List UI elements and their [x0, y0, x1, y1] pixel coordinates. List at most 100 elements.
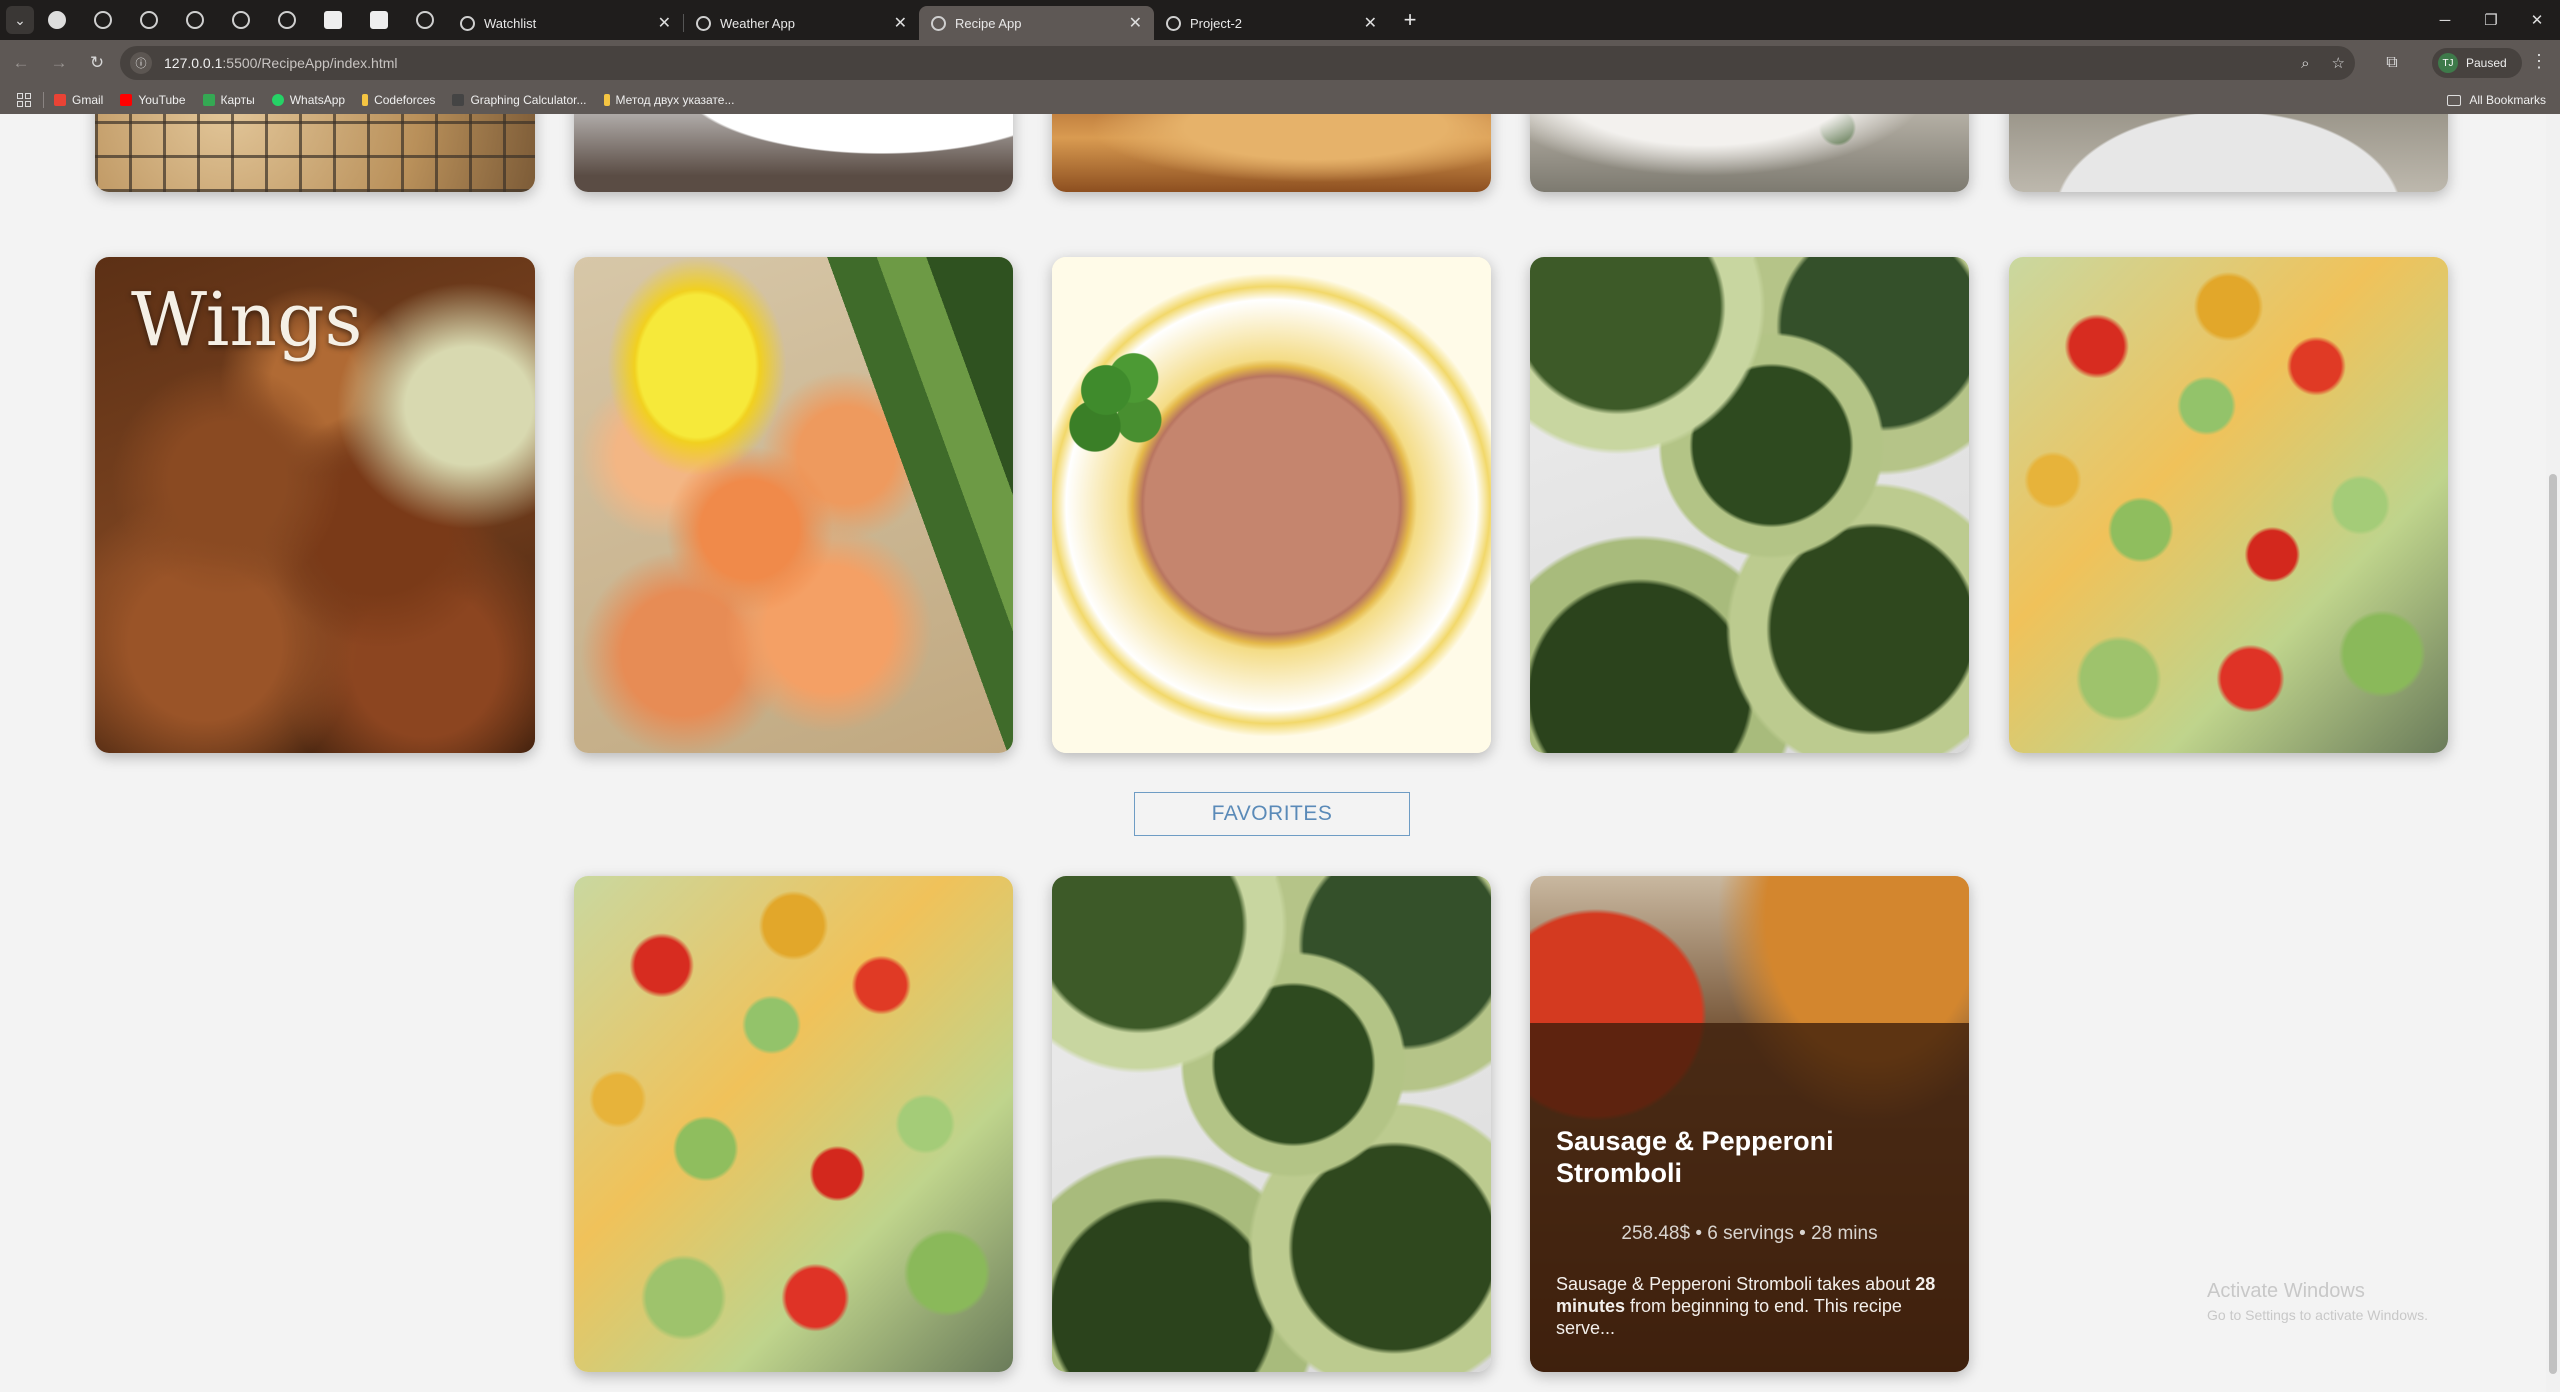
favorite-card[interactable] — [1052, 876, 1491, 1372]
recipe-image: Wings — [95, 257, 535, 753]
bookmark-youtube[interactable]: YouTube — [120, 93, 186, 107]
codeforces-icon — [603, 94, 610, 106]
recipe-card[interactable] — [574, 114, 1013, 192]
pinned-tab[interactable] — [126, 0, 172, 40]
tab-watchlist[interactable]: Watchlist ✕ — [448, 6, 683, 40]
bookmark-label: WhatsApp — [289, 93, 346, 107]
pinned-tab[interactable] — [34, 0, 80, 40]
site-icon — [48, 11, 66, 29]
recipe-card[interactable] — [1530, 114, 1969, 192]
favorite-card[interactable] — [574, 876, 1013, 1372]
recipe-image — [574, 114, 1013, 192]
recipe-image — [2009, 257, 2448, 753]
recipe-card[interactable] — [2009, 257, 2448, 753]
minimize-icon[interactable]: ─ — [2422, 0, 2468, 40]
codeforces-icon — [362, 94, 369, 106]
watermark-title: Activate Windows — [2207, 1280, 2365, 1302]
avatar: TJ — [2438, 53, 2458, 73]
restore-icon[interactable]: ❐ — [2468, 0, 2514, 40]
site-icon — [370, 11, 388, 29]
pinned-tab[interactable] — [172, 0, 218, 40]
menu-kebab-icon[interactable]: ⋮ — [2530, 51, 2548, 72]
bookmark-label: YouTube — [138, 93, 186, 107]
tab-recipe-app[interactable]: Recipe App ✕ — [919, 6, 1154, 40]
recipe-card[interactable] — [2009, 114, 2448, 192]
recipe-card[interactable] — [1530, 257, 1969, 753]
folder-icon — [2447, 94, 2462, 106]
bookmark-maps[interactable]: Карты — [202, 93, 255, 107]
window-controls: ─ ❐ ✕ — [2422, 0, 2560, 40]
bookmark-codeforces[interactable]: Codeforces — [362, 93, 435, 107]
favorite-card-hovered[interactable]: Sausage & Pepperoni Stromboli 258.48$ • … — [1530, 876, 1969, 1372]
close-window-icon[interactable]: ✕ — [2514, 0, 2560, 40]
reload-icon: ↻ — [89, 53, 105, 72]
close-icon[interactable]: ✕ — [1129, 13, 1142, 33]
new-tab-button[interactable]: + — [1393, 3, 1427, 37]
recipe-card[interactable] — [95, 114, 535, 192]
pinned-tab[interactable] — [310, 0, 356, 40]
youtube-icon — [120, 94, 133, 106]
bookmark-label: Метод двух указате... — [615, 93, 735, 107]
bookmark-label: Codeforces — [374, 93, 436, 107]
bookmark-graphing-calculator[interactable]: Graphing Calculator... — [452, 93, 587, 107]
recipe-card[interactable] — [1052, 257, 1491, 753]
globe-icon — [696, 15, 711, 31]
pinned-tab[interactable] — [264, 0, 310, 40]
parsley-garnish — [1062, 342, 1172, 462]
bookmark-two-pointers[interactable]: Метод двух указате... — [603, 93, 735, 107]
site-info-icon[interactable]: ⓘ — [130, 52, 152, 74]
pinned-tab[interactable] — [80, 0, 126, 40]
apps-grid-icon[interactable] — [17, 93, 31, 107]
address-bar[interactable]: ⓘ 127.0.0.1:5500/RecipeApp/index.html ⌕ … — [120, 46, 2355, 80]
profile-button[interactable]: TJ Paused — [2432, 48, 2522, 78]
recipe-image — [1530, 257, 1969, 753]
calculator-icon — [452, 94, 465, 106]
pinned-tab[interactable] — [356, 0, 402, 40]
pinned-tab[interactable] — [402, 0, 448, 40]
recipe-meta: 258.48$ • 6 servings • 28 mins — [1621, 1223, 1878, 1244]
recipe-card[interactable]: Wings — [95, 257, 535, 753]
bookmark-label: Карты — [220, 93, 255, 107]
recipe-image — [2009, 114, 2448, 192]
bookmark-gmail[interactable]: Gmail — [54, 93, 103, 107]
url-path: :5500/RecipeApp/index.html — [222, 55, 398, 71]
recipe-card[interactable] — [574, 257, 1013, 753]
globe-icon — [931, 15, 946, 31]
plus-icon: + — [1403, 7, 1417, 32]
recipe-image — [1052, 114, 1491, 192]
close-icon[interactable]: ✕ — [894, 13, 907, 33]
close-icon[interactable]: ✕ — [1364, 13, 1377, 33]
tab-label: Watchlist — [484, 15, 537, 31]
page-scrollbar[interactable] — [2546, 114, 2560, 1392]
recipe-card[interactable] — [1052, 114, 1491, 192]
arrow-right-icon: → — [50, 53, 68, 72]
scrollbar-thumb[interactable] — [2549, 474, 2557, 1374]
reload-button[interactable]: ↻ — [80, 46, 114, 80]
site-icon — [186, 11, 204, 29]
url-text[interactable]: 127.0.0.1:5500/RecipeApp/index.html — [164, 55, 398, 71]
maps-icon — [202, 94, 215, 106]
zoom-icon[interactable]: ⌕ — [2301, 55, 2309, 72]
recipe-description: Sausage & Pepperoni Stromboli takes abou… — [1556, 1273, 1956, 1339]
url-host: 127.0.0.1 — [164, 55, 223, 71]
bookmark-whatsapp[interactable]: WhatsApp — [271, 93, 346, 107]
tab-project-2[interactable]: Project-2 ✕ — [1154, 6, 1389, 40]
arrow-left-icon: ← — [12, 53, 30, 72]
activate-windows-watermark: Activate Windows Go to Settings to activ… — [2207, 1280, 2428, 1323]
globe-icon — [1166, 15, 1181, 31]
forward-button[interactable]: → — [42, 46, 76, 80]
pinned-tab[interactable] — [218, 0, 264, 40]
bookmark-star-icon[interactable]: ☆ — [2332, 54, 2345, 72]
back-button[interactable]: ← — [4, 46, 38, 80]
extensions-icon[interactable]: ⧉ — [2380, 51, 2404, 75]
tab-label: Weather App — [720, 15, 795, 31]
gmail-icon — [54, 94, 66, 106]
close-icon[interactable]: ✕ — [658, 13, 671, 33]
description-text: Sausage & Pepperoni Stromboli takes abou… — [1556, 1274, 1916, 1294]
site-icon — [140, 11, 158, 29]
tab-weather-app[interactable]: Weather App ✕ — [684, 6, 919, 40]
recipe-image — [1052, 257, 1491, 753]
all-bookmarks-button[interactable]: All Bookmarks — [2447, 86, 2546, 114]
browser-toolbar: ← → ↻ ⓘ 127.0.0.1:5500/RecipeApp/index.h… — [0, 40, 2560, 86]
tab-search-button[interactable]: ⌄ — [6, 6, 34, 34]
